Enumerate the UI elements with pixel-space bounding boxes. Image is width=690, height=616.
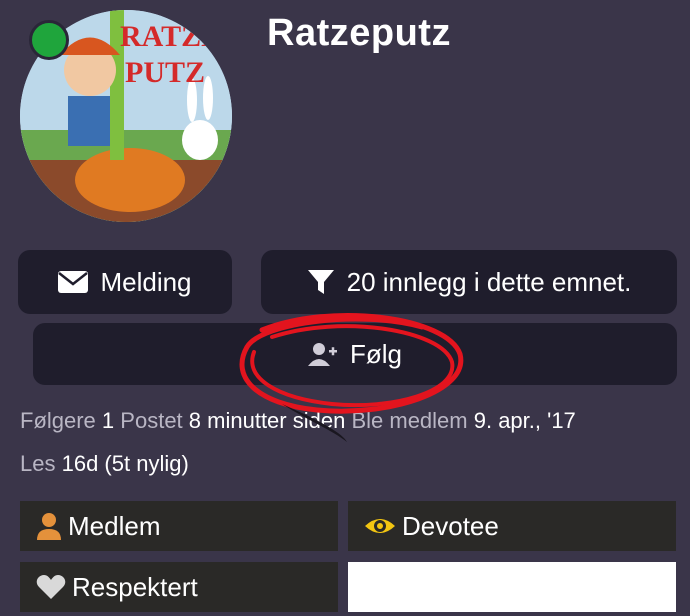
read-time-line: Les 16d (5t nylig) [20,451,189,477]
group-label: Medlem [68,510,161,541]
filter-icon [307,268,335,296]
person-icon [36,512,62,540]
follow-button[interactable]: Følg [33,323,677,385]
heart-icon [36,574,66,600]
group-label: Respektert [72,571,198,602]
profile-username: Ratzeputz [267,12,451,54]
avatar-title-line1: RATZE [120,20,221,53]
group-respektert[interactable]: Respektert [20,562,338,612]
posted-time: 8 minutter siden [188,408,346,433]
posted-label: Postet [120,408,183,433]
empty-group-slot [348,562,676,612]
group-devotee[interactable]: Devotee [348,501,676,551]
group-label: Devotee [402,510,499,541]
user-stats-line: Følgere 1 Postet 8 minutter siden Ble me… [20,408,576,434]
avatar-title-line2: PUTZ [125,56,205,89]
avatar-container: RATZE PUTZ [20,10,232,222]
filter-posts-label: 20 innlegg i dette emnet. [346,266,632,297]
group-medlem[interactable]: Medlem [20,501,338,551]
envelope-icon [58,271,89,293]
follow-button-label: Følg [350,338,402,369]
read-label: Les [20,451,56,476]
member-since-label: Ble medlem [351,408,468,433]
filter-posts-button[interactable]: 20 innlegg i dette emnet. [261,250,677,314]
followers-count: 1 [101,408,115,433]
member-since-date: 9. apr., '17 [473,408,576,433]
followers-label: Følgere [20,408,96,433]
add-user-icon [308,342,338,366]
eye-icon [364,515,396,537]
read-time-value: 16d (5t nylig) [61,451,189,476]
online-status-indicator [29,20,69,60]
message-button-label: Melding [100,266,192,297]
message-button[interactable]: Melding [18,250,232,314]
